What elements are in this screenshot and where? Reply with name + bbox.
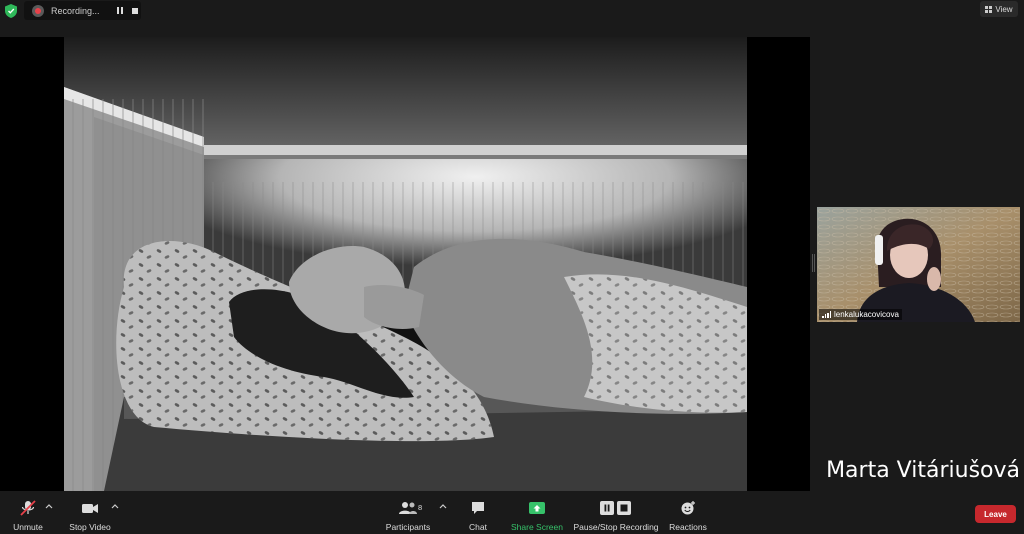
recording-icon xyxy=(32,4,44,17)
pause-stop-recording-button[interactable]: Pause/Stop Recording xyxy=(573,491,659,534)
grid-view-icon xyxy=(985,5,993,13)
share-screen-label: Share Screen xyxy=(511,522,563,532)
participant-video-tile[interactable]: lenkalukacovicova xyxy=(817,207,1020,322)
pause-stop-recording-icon xyxy=(600,501,631,515)
reactions-label: Reactions xyxy=(669,522,707,532)
recording-status: Recording... xyxy=(51,5,100,16)
view-label: View xyxy=(995,4,1013,14)
shared-photo xyxy=(64,37,747,491)
participants-icon xyxy=(399,502,417,514)
view-button[interactable]: View xyxy=(980,1,1018,17)
participant-video xyxy=(817,207,1020,322)
unmute-button[interactable]: Unmute xyxy=(8,491,48,534)
participant-name: lenkalukacovicova xyxy=(834,310,899,319)
chat-label: Chat xyxy=(469,522,487,532)
participants-label: Participants xyxy=(385,522,431,532)
chat-bubble-icon xyxy=(472,502,484,514)
connection-strength-icon xyxy=(822,311,831,318)
encryption-shield-icon[interactable] xyxy=(5,4,17,18)
share-screen-icon xyxy=(529,502,545,514)
stop-recording-icon[interactable] xyxy=(132,7,138,14)
participants-button[interactable]: Participants xyxy=(382,491,434,534)
shared-screen-area xyxy=(0,37,810,491)
stop-video-label: Stop Video xyxy=(69,522,111,532)
leave-meeting-button[interactable]: Leave xyxy=(975,505,1016,523)
recording-indicator: Recording... xyxy=(24,1,141,20)
meeting-top-bar: Recording... View xyxy=(0,0,1024,22)
muted-microphone-icon xyxy=(20,500,36,516)
audio-options-chevron-icon[interactable] xyxy=(45,503,53,509)
participant-name-label: lenkalukacovicova xyxy=(819,309,902,320)
stop-video-button[interactable]: Stop Video xyxy=(66,491,114,534)
chat-button[interactable]: Chat xyxy=(463,491,493,534)
pause-recording-icon[interactable] xyxy=(117,7,123,14)
share-screen-button[interactable]: Share Screen xyxy=(510,491,564,534)
video-camera-icon xyxy=(82,504,98,513)
unmute-label: Unmute xyxy=(13,522,43,532)
participants-count: 8 xyxy=(418,503,423,512)
video-options-chevron-icon[interactable] xyxy=(111,503,119,509)
panel-resize-handle[interactable] xyxy=(812,254,815,272)
reactions-button[interactable]: Reactions xyxy=(668,491,708,534)
smiley-reaction-icon xyxy=(681,501,695,515)
meeting-controls-bar: Unmute Stop Video Participants 8 Chat Sh… xyxy=(0,491,1024,534)
pause-stop-recording-label: Pause/Stop Recording xyxy=(573,522,659,532)
participants-options-chevron-icon[interactable] xyxy=(439,503,447,509)
active-speaker-name: Marta Vitáriušová xyxy=(826,458,1020,483)
